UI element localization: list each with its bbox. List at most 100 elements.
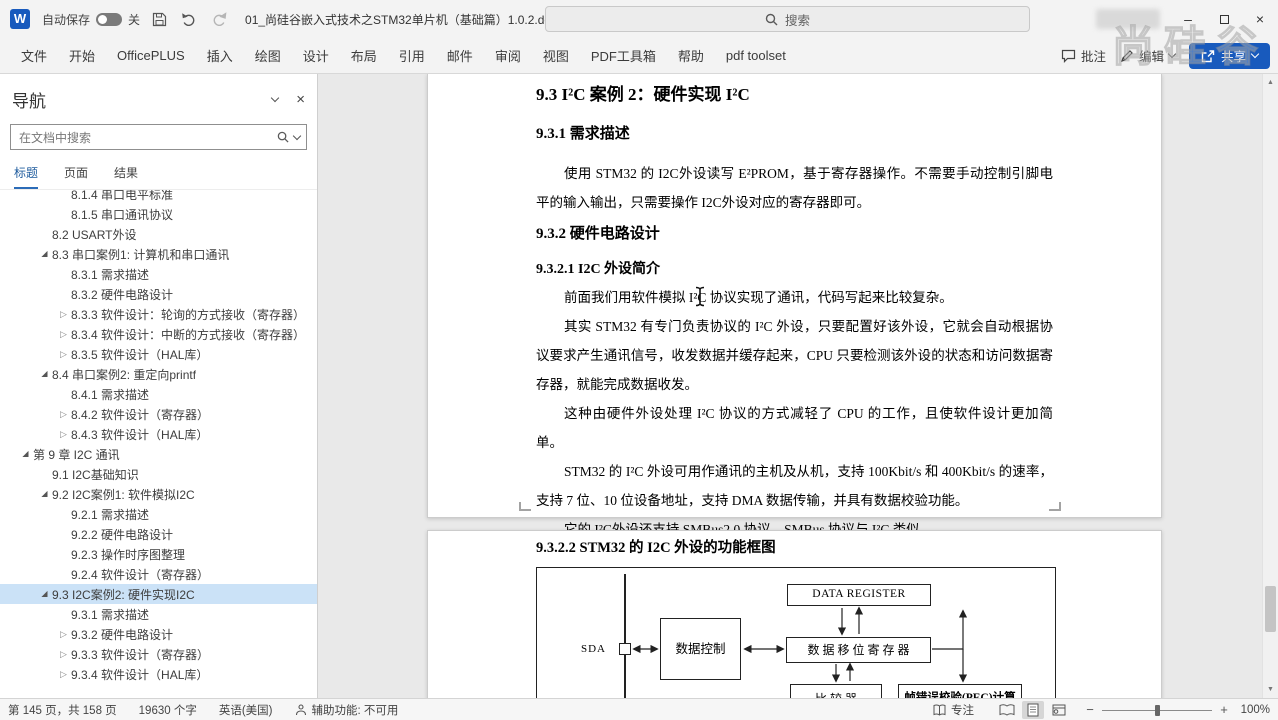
- doc-paragraph[interactable]: 使用 STM32 的 I2C外设读写 E²PROM，基于寄存器操作。不需要手动控…: [536, 159, 1053, 217]
- nav-item[interactable]: ▷ 8.3.4 软件设计：中断的方式接收（寄存器）: [0, 324, 317, 344]
- zoom-slider-handle[interactable]: [1155, 704, 1160, 716]
- autosave-control[interactable]: 自动保存 关: [42, 11, 140, 28]
- zoom-out-button[interactable]: −: [1082, 702, 1098, 717]
- doc-paragraph[interactable]: 前面我们用软件模拟 I²C 协议实现了通讯，代码写起来比较复杂。: [536, 283, 1053, 312]
- nav-tab-headings[interactable]: 标题: [14, 164, 39, 189]
- nav-item[interactable]: ◢ 8.3 串口案例1: 计算机和串口通讯: [0, 244, 317, 264]
- collapse-icon[interactable]: ◢: [37, 484, 52, 504]
- nav-item[interactable]: ▷ 8.4.2 软件设计（寄存器）: [0, 404, 317, 424]
- ribbon-tab-13[interactable]: 帮助: [667, 38, 715, 73]
- ribbon-tab-7[interactable]: 布局: [340, 38, 388, 73]
- nav-item[interactable]: 8.3.2 硬件电路设计: [0, 284, 317, 304]
- vertical-scrollbar[interactable]: ▲ ▼: [1262, 74, 1278, 698]
- comments-button[interactable]: 批注: [1061, 46, 1106, 65]
- expand-icon[interactable]: ▷: [56, 304, 71, 324]
- ribbon-tab-8[interactable]: 引用: [388, 38, 436, 73]
- document-page-1[interactable]: 9.3 I²C 案例 2：硬件实现 I²C 9.3.1 需求描述 使用 STM32 …: [427, 74, 1162, 537]
- search-options-chevron[interactable]: [292, 131, 302, 140]
- expand-icon[interactable]: ▷: [56, 344, 71, 364]
- collapse-icon[interactable]: ◢: [37, 584, 52, 604]
- nav-search-input[interactable]: 在文档中搜索: [10, 124, 307, 150]
- redo-button[interactable]: [209, 10, 229, 28]
- document-title[interactable]: 01_尚硅谷嵌入式技术之STM32单片机（基础篇）1.0.2.docx - 兼容…: [245, 11, 575, 28]
- nav-item[interactable]: 8.2 USART外设: [0, 224, 317, 244]
- save-button[interactable]: [150, 10, 169, 29]
- nav-item[interactable]: ▷ 8.3.3 软件设计：轮询的方式接收（寄存器）: [0, 304, 317, 324]
- language-indicator[interactable]: 英语(美国): [219, 702, 273, 718]
- ribbon-tab-1[interactable]: 文件: [10, 38, 58, 73]
- view-read-mode-button[interactable]: [996, 701, 1018, 719]
- autosave-toggle[interactable]: [96, 12, 123, 26]
- word-count[interactable]: 19630 个字: [139, 702, 197, 718]
- scroll-up-arrow[interactable]: ▲: [1263, 75, 1278, 90]
- ribbon-tab-4[interactable]: 插入: [196, 38, 244, 73]
- nav-item[interactable]: ◢ 8.4 串口案例2: 重定向printf: [0, 364, 317, 384]
- nav-item[interactable]: 9.2.1 需求描述: [0, 504, 317, 524]
- nav-item[interactable]: ▷ 9.3.3 软件设计（寄存器）: [0, 644, 317, 664]
- scrollbar-thumb[interactable]: [1265, 586, 1276, 632]
- collapse-icon[interactable]: ◢: [37, 364, 52, 384]
- expand-icon[interactable]: ▷: [56, 424, 71, 444]
- ribbon-tab-3[interactable]: OfficePLUS: [106, 38, 196, 73]
- nav-pane-close-icon[interactable]: ×: [296, 91, 305, 108]
- ribbon-tab-5[interactable]: 绘图: [244, 38, 292, 73]
- restore-button[interactable]: [1206, 0, 1242, 38]
- focus-mode-button[interactable]: 专注: [933, 702, 974, 718]
- nav-item[interactable]: 9.2.4 软件设计（寄存器）: [0, 564, 317, 584]
- nav-item[interactable]: 8.1.4 串口电平标准: [0, 190, 317, 204]
- doc-paragraph[interactable]: STM32 的 I²C 外设可用作通讯的主机及从机，支持 100Kbit/s 和…: [536, 457, 1053, 515]
- nav-item[interactable]: 9.2.3 操作时序图整理: [0, 544, 317, 564]
- doc-paragraph[interactable]: 其实 STM32 有专门负责协议的 I²C 外设，只要配置好该外设，它就会自动根…: [536, 312, 1053, 399]
- ribbon-tab-2[interactable]: 开始: [58, 38, 106, 73]
- ribbon-tab-10[interactable]: 审阅: [484, 38, 532, 73]
- ribbon-tab-9[interactable]: 邮件: [436, 38, 484, 73]
- nav-item[interactable]: ◢ 9.3 I2C案例2: 硬件实现I2C: [0, 584, 317, 604]
- ribbon-tab-11[interactable]: 视图: [532, 38, 580, 73]
- view-print-layout-button[interactable]: [1022, 700, 1044, 719]
- nav-item[interactable]: 8.3.1 需求描述: [0, 264, 317, 284]
- doc-heading[interactable]: 9.3.1 需求描述: [536, 122, 1053, 146]
- expand-icon[interactable]: ▷: [56, 404, 71, 424]
- nav-pane-options-chevron[interactable]: [270, 93, 280, 102]
- nav-item[interactable]: ◢ 9.2 I2C案例1: 软件模拟I2C: [0, 484, 317, 504]
- collapse-icon[interactable]: ◢: [18, 444, 33, 464]
- document-canvas[interactable]: 9.3 I²C 案例 2：硬件实现 I²C 9.3.1 需求描述 使用 STM32 …: [318, 74, 1262, 698]
- expand-icon[interactable]: ▷: [56, 644, 71, 664]
- nav-item[interactable]: 8.1.5 串口通讯协议: [0, 204, 317, 224]
- page-indicator[interactable]: 第 145 页，共 158 页: [8, 702, 117, 718]
- search-box[interactable]: 搜索: [545, 6, 1030, 32]
- nav-item[interactable]: ▷ 9.3.2 硬件电路设计: [0, 624, 317, 644]
- nav-item[interactable]: 9.1 I2C基础知识: [0, 464, 317, 484]
- collapse-icon[interactable]: ◢: [37, 244, 52, 264]
- i2c-functional-diagram[interactable]: DATA REGISTER 数据控制 数 据 移 位 寄 存 器 比 较 器 帧…: [536, 567, 1056, 698]
- ribbon-tab-14[interactable]: pdf toolset: [715, 38, 797, 73]
- ribbon-tab-6[interactable]: 设计: [292, 38, 340, 73]
- nav-item[interactable]: ▷ 8.4.3 软件设计（HAL库）: [0, 424, 317, 444]
- nav-item[interactable]: ◢ 第 9 章 I2C 通讯: [0, 444, 317, 464]
- nav-item[interactable]: 9.2.2 硬件电路设计: [0, 524, 317, 544]
- scroll-down-arrow[interactable]: ▼: [1263, 682, 1278, 697]
- ribbon-tab-12[interactable]: PDF工具箱: [580, 38, 667, 73]
- share-button[interactable]: 共享: [1188, 42, 1270, 69]
- undo-button[interactable]: [179, 10, 199, 28]
- doc-paragraph[interactable]: 这种由硬件外设处理 I²C 协议的方式减轻了 CPU 的工作，且使软件设计更加简…: [536, 399, 1053, 457]
- doc-heading[interactable]: 9.3.2 硬件电路设计: [536, 222, 1053, 246]
- doc-heading[interactable]: 9.3.2.2 STM32 的 I2C 外设的功能框图: [536, 537, 1053, 559]
- expand-icon[interactable]: ▷: [56, 624, 71, 644]
- view-web-layout-button[interactable]: [1048, 701, 1070, 719]
- nav-tab-results[interactable]: 结果: [114, 164, 138, 189]
- minimize-button[interactable]: –: [1170, 0, 1206, 38]
- document-page-2[interactable]: 9.3.2.2 STM32 的 I2C 外设的功能框图 DATA REGISTE…: [427, 530, 1162, 698]
- editing-mode-button[interactable]: 编辑: [1120, 46, 1177, 65]
- word-logo-icon[interactable]: W: [10, 9, 30, 29]
- nav-item[interactable]: ▷ 9.3.4 软件设计（HAL库）: [0, 664, 317, 684]
- zoom-slider[interactable]: [1102, 702, 1212, 718]
- zoom-level[interactable]: 100%: [1232, 704, 1270, 716]
- close-button[interactable]: ×: [1242, 0, 1278, 38]
- doc-heading[interactable]: 9.3.2.1 I2C 外设简介: [536, 259, 1053, 281]
- nav-item[interactable]: ▷ 8.3.5 软件设计（HAL库）: [0, 344, 317, 364]
- nav-item[interactable]: 9.3.1 需求描述: [0, 604, 317, 624]
- zoom-in-button[interactable]: +: [1216, 702, 1232, 717]
- nav-item[interactable]: 8.4.1 需求描述: [0, 384, 317, 404]
- expand-icon[interactable]: ▷: [56, 324, 71, 344]
